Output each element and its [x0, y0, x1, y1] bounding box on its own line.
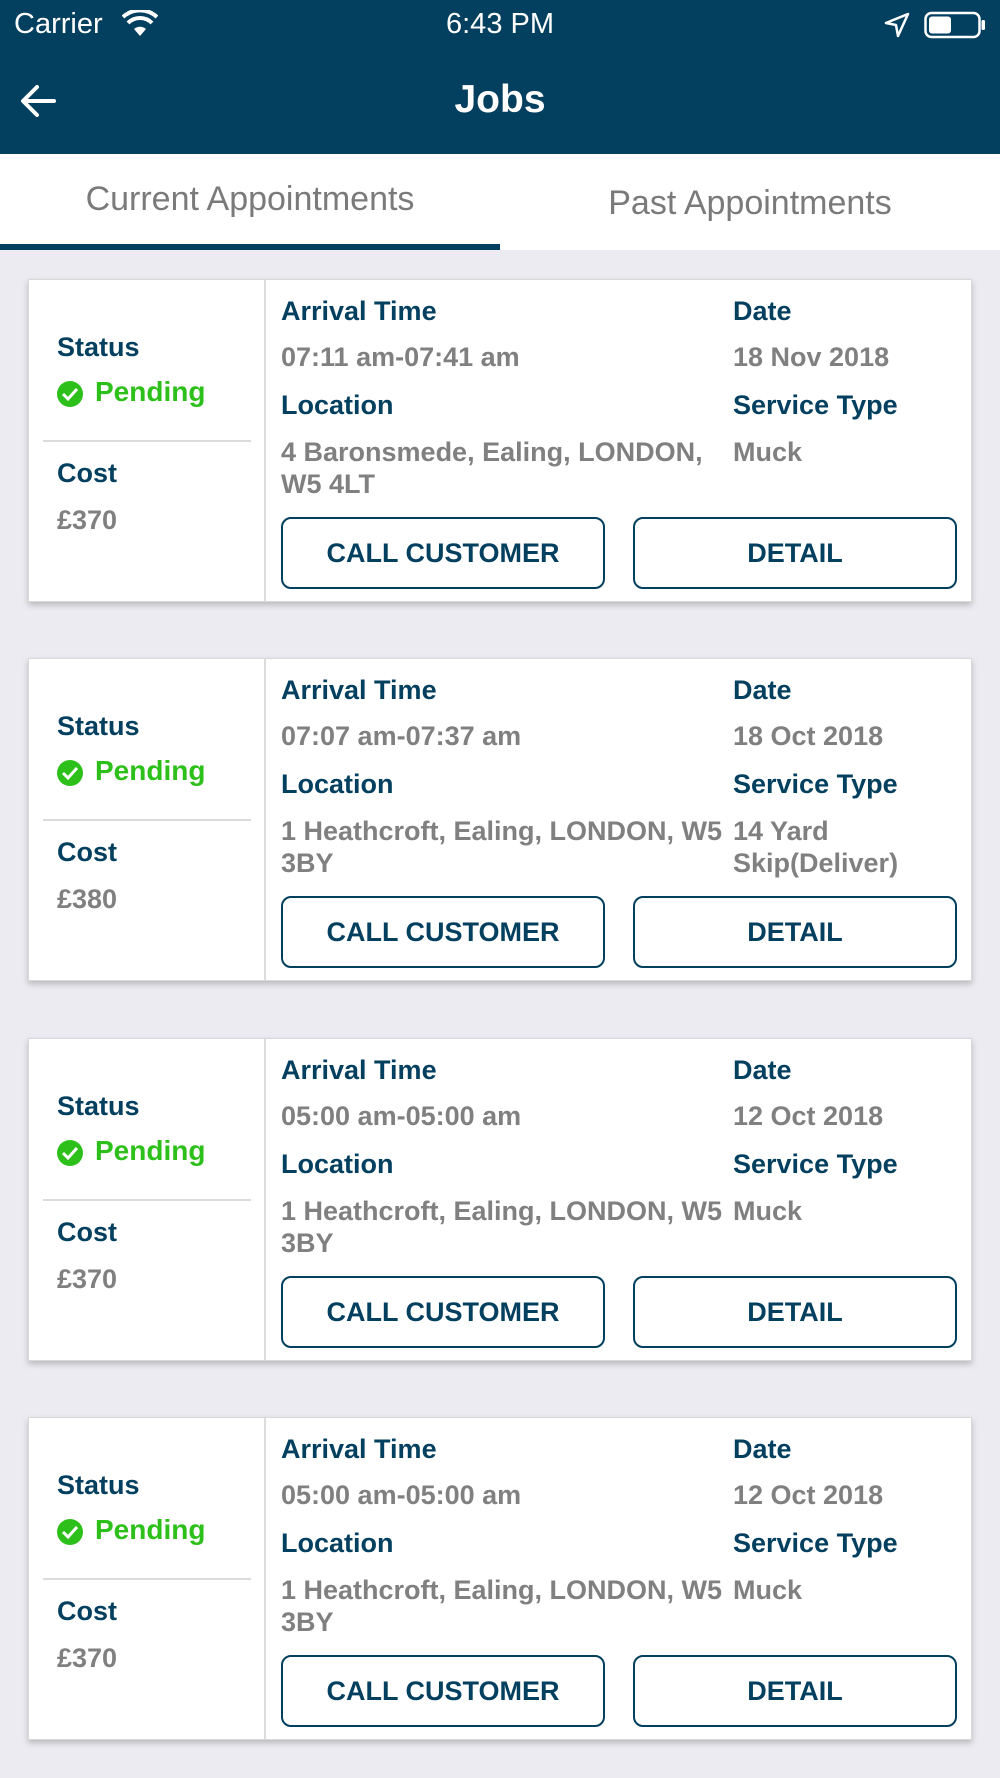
- arrival-time-value: 07:07 am-07:37 am: [281, 721, 522, 751]
- date-value: 12 Oct 2018: [733, 1101, 884, 1131]
- call-customer-button[interactable]: CALL CUSTOMER: [281, 1276, 605, 1348]
- cost-label: Cost: [57, 1217, 117, 1247]
- divider: [43, 1578, 251, 1580]
- tab-current-appointments[interactable]: Current Appointments: [0, 154, 500, 250]
- divider: [43, 819, 251, 821]
- status-value: Pending: [95, 1514, 206, 1545]
- date-label: Date: [733, 1055, 792, 1085]
- divider: [43, 440, 251, 442]
- date-value: 12 Oct 2018: [733, 1480, 884, 1510]
- detail-button[interactable]: DETAIL: [633, 517, 957, 589]
- status-value: Pending: [95, 1135, 206, 1166]
- status-bar: Carrier 6:43 PM: [0, 0, 1000, 50]
- page-title: Jobs: [454, 78, 546, 121]
- call-customer-button[interactable]: CALL CUSTOMER: [281, 517, 605, 589]
- service-type-label: Service Type: [733, 769, 898, 799]
- app-header: Carrier 6:43 PM Jobs: [0, 0, 1000, 154]
- status-value: Pending: [95, 755, 206, 786]
- location-label: Location: [281, 1149, 394, 1179]
- service-type-value: Muck: [733, 1575, 803, 1605]
- tab-past-appointments[interactable]: Past Appointments: [500, 154, 1000, 250]
- check-circle-icon: [57, 760, 83, 786]
- service-type-label: Service Type: [733, 1149, 898, 1179]
- cost-value: £370: [57, 1264, 118, 1294]
- location-value: 1 Heathcroft, Ealing, LONDON, W5 3BY: [281, 816, 723, 878]
- appointment-card: Status Pending Cost £370 Arrival Time 05…: [28, 1038, 972, 1361]
- service-type-label: Service Type: [733, 390, 898, 420]
- date-label: Date: [733, 1434, 792, 1464]
- appointment-card: Status Pending Cost £370 Arrival Time 07…: [28, 279, 972, 602]
- detail-button[interactable]: DETAIL: [633, 1276, 957, 1348]
- service-type-value: Muck: [733, 437, 803, 467]
- check-circle-icon: [57, 1519, 83, 1545]
- date-label: Date: [733, 296, 792, 326]
- status-label: Status: [57, 1091, 140, 1121]
- tab-selected-indicator: [0, 244, 500, 250]
- location-label: Location: [281, 769, 394, 799]
- cost-label: Cost: [57, 837, 117, 867]
- divider: [43, 1199, 251, 1201]
- location-value: 1 Heathcroft, Ealing, LONDON, W5 3BY: [281, 1575, 723, 1637]
- card-summary: Status Pending Cost £370: [29, 1418, 266, 1739]
- service-type-value: 14 Yard Skip(Deliver): [733, 816, 899, 878]
- location-label: Location: [281, 390, 394, 420]
- cost-label: Cost: [57, 458, 117, 488]
- detail-button[interactable]: DETAIL: [633, 1655, 957, 1727]
- card-summary: Status Pending Cost £370: [29, 1039, 266, 1360]
- status-value: Pending: [95, 376, 206, 407]
- appointment-card: Status Pending Cost £370 Arrival Time 05…: [28, 1417, 972, 1740]
- arrival-time-value: 07:11 am-07:41 am: [281, 342, 520, 372]
- cost-value: £380: [57, 884, 118, 914]
- tab-label: Past Appointments: [608, 184, 892, 222]
- arrival-time-label: Arrival Time: [281, 1055, 437, 1085]
- service-type-label: Service Type: [733, 1528, 898, 1558]
- appointment-card: Status Pending Cost £380 Arrival Time 07…: [28, 658, 972, 981]
- card-summary: Status Pending Cost £380: [29, 659, 266, 980]
- battery-icon: [924, 11, 985, 39]
- cost-value: £370: [57, 1643, 118, 1673]
- check-circle-icon: [57, 1140, 83, 1166]
- appointment-tabs: Current Appointments Past Appointments: [0, 154, 1000, 250]
- arrival-time-value: 05:00 am-05:00 am: [281, 1101, 522, 1131]
- call-customer-button[interactable]: CALL CUSTOMER: [281, 896, 605, 968]
- card-summary: Status Pending Cost £370: [29, 280, 266, 601]
- location-label: Location: [281, 1528, 394, 1558]
- arrival-time-label: Arrival Time: [281, 675, 437, 705]
- arrival-time-value: 05:00 am-05:00 am: [281, 1480, 522, 1510]
- check-circle-icon: [57, 381, 83, 407]
- arrival-time-label: Arrival Time: [281, 1434, 437, 1464]
- date-value: 18 Oct 2018: [733, 721, 884, 751]
- status-label: Status: [57, 332, 140, 362]
- status-time: 6:43 PM: [446, 8, 554, 40]
- status-label: Status: [57, 711, 140, 741]
- cost-value: £370: [57, 505, 118, 535]
- cost-label: Cost: [57, 1596, 117, 1626]
- date-label: Date: [733, 675, 792, 705]
- arrival-time-label: Arrival Time: [281, 296, 437, 326]
- location-arrow-icon: [884, 12, 910, 38]
- location-value: 4 Baronsmede, Ealing, LONDON, W5 4LT: [281, 437, 703, 499]
- call-customer-button[interactable]: CALL CUSTOMER: [281, 1655, 605, 1727]
- status-label: Status: [57, 1470, 140, 1500]
- service-type-value: Muck: [733, 1196, 803, 1226]
- detail-button[interactable]: DETAIL: [633, 896, 957, 968]
- location-value: 1 Heathcroft, Ealing, LONDON, W5 3BY: [281, 1196, 723, 1258]
- tab-label: Current Appointments: [85, 180, 415, 218]
- date-value: 18 Nov 2018: [733, 342, 890, 372]
